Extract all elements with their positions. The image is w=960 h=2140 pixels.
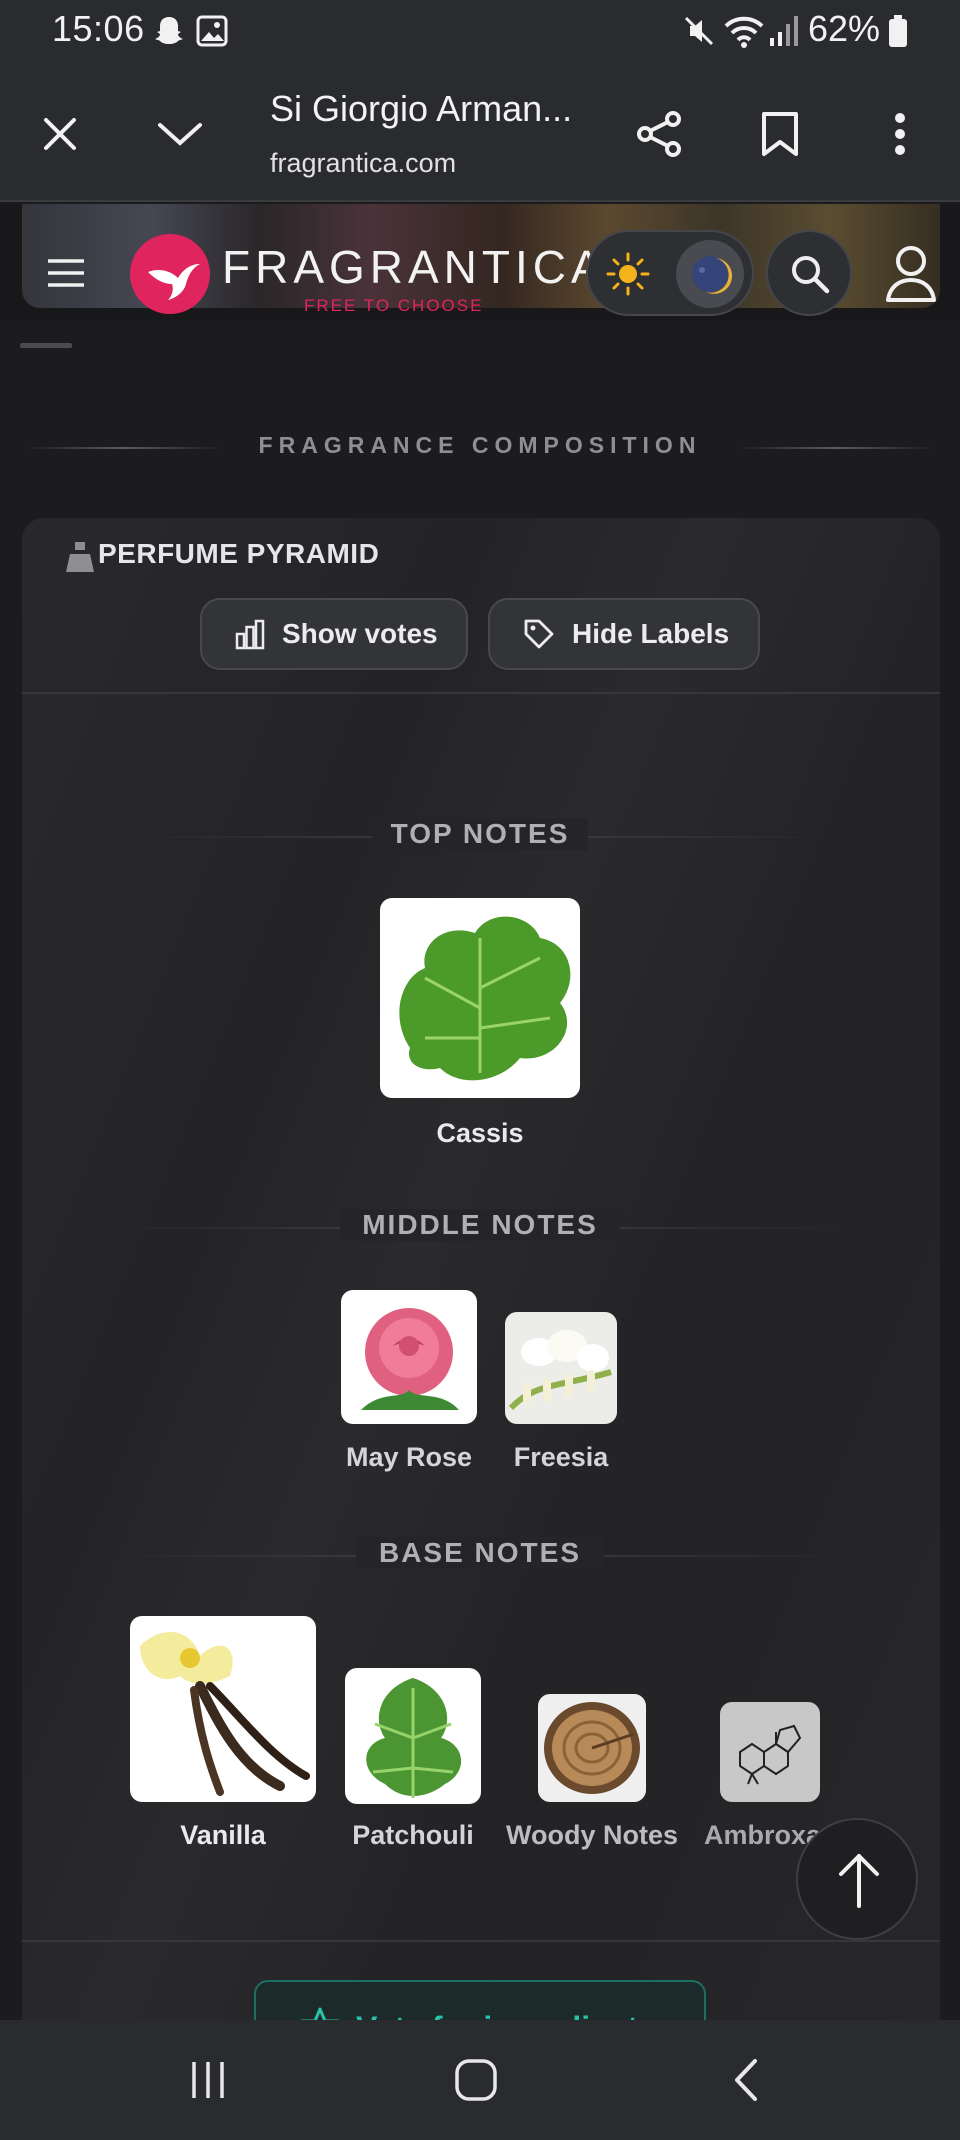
close-icon: [44, 118, 76, 150]
may-rose-image: [341, 1290, 477, 1424]
top-notes-heading: TOP NOTES: [372, 818, 588, 850]
card-divider: [22, 692, 940, 694]
note-may-rose[interactable]: May Rose: [336, 1290, 482, 1480]
bookmark-icon: [762, 112, 798, 156]
home-button[interactable]: [436, 2044, 516, 2116]
sun-icon[interactable]: [606, 252, 650, 296]
vanilla-image: [130, 1616, 316, 1802]
heading-rule-right: [736, 447, 936, 449]
status-time: 15:06: [52, 8, 145, 49]
scroll-indicator: [20, 343, 72, 348]
bar-chart-icon: [235, 619, 265, 650]
system-nav-bar: [0, 2020, 960, 2140]
scroll-to-top-button[interactable]: [796, 1818, 918, 1940]
share-button[interactable]: [628, 102, 692, 166]
note-name: Patchouli: [352, 1820, 474, 1850]
page-domain: fragrantica.com: [270, 148, 457, 178]
patchouli-image: [345, 1668, 481, 1804]
perfume-bottle-icon: [66, 542, 94, 572]
tag-icon: [524, 619, 554, 649]
note-name: Cassis: [436, 1118, 524, 1148]
middle-notes-heading: MIDDLE NOTES: [340, 1209, 620, 1241]
brand-tagline: FREE TO CHOOSE: [304, 296, 484, 315]
hamburger-menu-icon: [48, 259, 84, 287]
battery-icon: [889, 15, 907, 47]
close-tab-button[interactable]: [28, 102, 92, 166]
show-votes-label: Show votes: [282, 618, 438, 649]
note-name: Woody Notes: [505, 1820, 678, 1850]
fragrantica-logo-icon[interactable]: [128, 232, 212, 316]
hide-labels-label: Hide Labels: [572, 618, 730, 649]
status-bar: 15:06 62%: [0, 0, 960, 62]
minimize-tab-button[interactable]: [148, 102, 212, 166]
cassis-image: [380, 898, 580, 1098]
more-options-button[interactable]: [868, 102, 932, 166]
back-chevron-icon: [735, 2059, 757, 2101]
note-patchouli[interactable]: Patchouli: [338, 1668, 488, 1856]
battery-percent: 62%: [808, 8, 881, 49]
card-bottom-divider: [22, 1940, 940, 1942]
chevron-down-icon: [158, 123, 202, 146]
note-name: Vanilla: [180, 1820, 266, 1850]
note-vanilla[interactable]: Vanilla: [128, 1616, 318, 1856]
card-title: PERFUME PYRAMID: [98, 538, 380, 569]
browser-toolbar: Si Giorgio Arman... fragrantica.com: [0, 62, 960, 202]
gallery-notification-icon: [196, 15, 228, 47]
vibrate-mute-icon: [684, 16, 714, 46]
back-button[interactable]: [706, 2044, 786, 2116]
note-name: May Rose: [345, 1442, 473, 1472]
woody-notes-image: [538, 1694, 646, 1802]
search-icon: [792, 256, 830, 294]
freesia-image: [505, 1312, 617, 1424]
bookmark-button[interactable]: [748, 102, 812, 166]
recent-apps-button[interactable]: [168, 2044, 248, 2116]
brand-wordmark[interactable]: FRAGRANTICA: [222, 240, 607, 294]
recent-apps-icon: [192, 2062, 224, 2098]
arrow-up-icon: [839, 1854, 879, 1908]
user-account-icon[interactable]: [884, 244, 938, 304]
home-icon: [455, 2059, 497, 2101]
share-icon: [637, 111, 681, 157]
snapchat-notification-icon: [155, 17, 183, 44]
ambroxan-image: [720, 1702, 820, 1802]
base-notes-heading: BASE NOTES: [356, 1537, 604, 1569]
section-heading: FRAGRANCE COMPOSITION: [258, 432, 702, 458]
moon-icon: [692, 256, 732, 294]
more-vert-icon: [895, 113, 905, 155]
note-name: Freesia: [513, 1442, 609, 1472]
hide-labels-button[interactable]: Hide Labels: [488, 598, 760, 670]
note-freesia[interactable]: Freesia: [494, 1312, 628, 1480]
site-menu-button[interactable]: [36, 246, 96, 300]
signal-icon: [770, 16, 798, 46]
page-title: Si Giorgio Arman...: [270, 88, 573, 129]
show-votes-button[interactable]: Show votes: [200, 598, 468, 670]
note-cassis[interactable]: Cassis: [380, 898, 580, 1148]
wifi-icon: [724, 16, 764, 48]
note-woody-notes[interactable]: Woody Notes: [502, 1694, 682, 1856]
